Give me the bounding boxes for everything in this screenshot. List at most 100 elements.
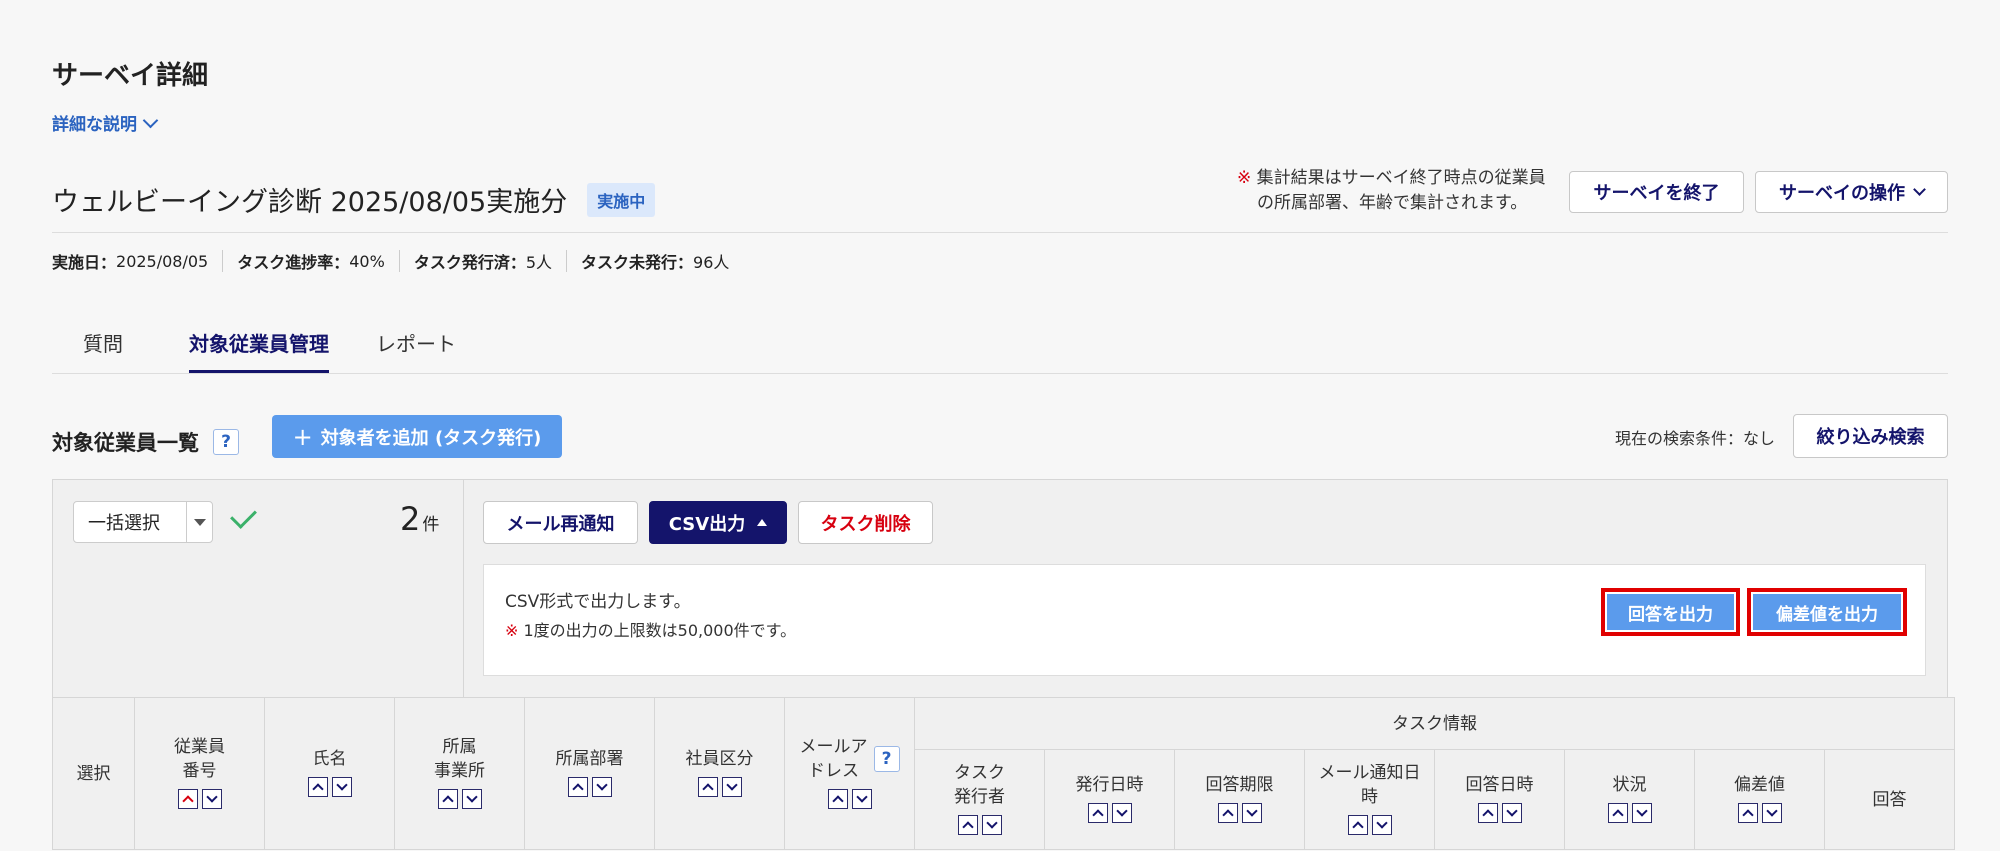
col-label: ドレス [808, 761, 859, 781]
dropdown-arrow-icon[interactable] [186, 502, 212, 542]
col-label: 発行者 [954, 787, 1005, 807]
count-unit: 件 [422, 515, 440, 535]
chevron-down-icon [142, 112, 159, 128]
col-dept: 所属部署 [524, 697, 655, 850]
help-icon[interactable]: ? [213, 429, 239, 455]
filter-search-button[interactable]: 絞り込み検索 [1793, 414, 1948, 458]
sort-asc-icon[interactable] [1737, 803, 1758, 823]
sort-desc-icon[interactable] [981, 815, 1002, 835]
sort-desc-icon[interactable] [1241, 803, 1262, 823]
tab-questions[interactable]: 質問 [83, 328, 123, 357]
sort-desc-icon[interactable] [461, 789, 482, 809]
stat-separator [222, 250, 224, 272]
employee-table: 選択 従業員 番号 氏名 所属 事業所 所属部署 社員区分 メールアドレス ? [52, 697, 1955, 850]
stat-value-progress: 40% [349, 251, 385, 271]
col-answer: 回答 [1824, 749, 1955, 850]
col-deadline: 回答期限 [1174, 749, 1305, 850]
survey-operations-label: サーベイの操作 [1779, 183, 1905, 204]
survey-stats: 実施日： 2025/08/05 タスク進捗率： 40% タスク発行済： 5人 タ… [52, 249, 729, 273]
sort-asc-icon[interactable] [177, 789, 198, 809]
note-line1: 集計結果はサーベイ終了時点の従業員 [1256, 168, 1546, 188]
col-status: 状況 [1564, 749, 1695, 850]
sort-desc-icon[interactable] [1761, 803, 1782, 823]
col-issued-at: 発行日時 [1044, 749, 1175, 850]
list-title: 対象従業員一覧 [52, 431, 199, 455]
col-task-issuer: タスク 発行者 [914, 749, 1045, 850]
col-name: 氏名 [264, 697, 395, 850]
sort-asc-icon[interactable] [697, 777, 718, 797]
resend-mail-button[interactable]: メール再通知 [483, 501, 638, 544]
sort-desc-icon[interactable] [1631, 803, 1652, 823]
add-target-label: 対象者を追加 (タスク発行) [320, 427, 542, 449]
csv-note-mark: ※ [505, 621, 519, 640]
csv-description: CSV形式で出力します。 [505, 592, 691, 612]
caret-up-icon [757, 519, 768, 526]
sort-asc-icon[interactable] [307, 777, 328, 797]
col-employee-no: 従業員 番号 [134, 697, 265, 850]
divider [52, 232, 1948, 233]
col-group-task-info: タスク情報 [914, 697, 1955, 750]
sort-asc-icon[interactable] [1477, 803, 1498, 823]
help-icon[interactable]: ? [873, 746, 900, 772]
sort-desc-icon[interactable] [331, 777, 352, 797]
csv-export-button[interactable]: CSV出力 [649, 501, 787, 544]
tab-bar: 質問 対象従業員管理 レポート [52, 322, 1948, 374]
detail-link-label: 詳細な説明 [52, 115, 137, 135]
sort-asc-icon[interactable] [957, 815, 978, 835]
csv-export-label: CSV出力 [668, 513, 746, 535]
stat-value-issued: 5人 [525, 253, 553, 272]
col-mail: メールアドレス ? [784, 697, 915, 850]
bulk-select-dropdown[interactable]: 一括選択 [73, 501, 213, 543]
col-label: 回答期限 [1205, 775, 1274, 795]
stat-label-issued: タスク発行済： [413, 253, 526, 272]
stat-separator [398, 250, 400, 272]
sort-desc-icon[interactable] [721, 777, 742, 797]
col-office: 所属 事業所 [394, 697, 525, 850]
aggregation-note: ※ 集計結果はサーベイ終了時点の従業員 の所属部署、年齢で集計されます。 [1237, 166, 1557, 216]
col-label: メールア [799, 737, 868, 757]
stat-value-date: 2025/08/05 [116, 251, 209, 271]
sort-asc-icon[interactable] [1347, 815, 1368, 835]
detail-description-toggle[interactable]: 詳細な説明 [52, 110, 159, 135]
col-label: 所属部署 [555, 749, 624, 769]
sort-desc-icon[interactable] [591, 777, 612, 797]
stat-separator [566, 250, 568, 272]
panel-divider [463, 479, 464, 698]
col-emp-type: 社員区分 [654, 697, 785, 850]
col-label: 状況 [1612, 775, 1647, 795]
end-survey-button[interactable]: サーベイを終了 [1569, 171, 1744, 213]
col-label: 所属 [442, 737, 477, 757]
export-answers-button[interactable]: 回答を出力 [1601, 588, 1740, 636]
chevron-down-icon [1913, 183, 1926, 196]
sort-asc-icon[interactable] [567, 777, 588, 797]
tab-report[interactable]: レポート [376, 328, 456, 357]
status-badge: 実施中 [587, 182, 656, 217]
delete-task-button[interactable]: タスク削除 [798, 501, 933, 544]
bulk-select-label: 一括選択 [88, 513, 160, 534]
add-target-button[interactable]: + 対象者を追加 (タスク発行) [272, 415, 562, 458]
count-value: 2 [400, 500, 421, 538]
sort-asc-icon[interactable] [1607, 803, 1628, 823]
col-label: 回答日時 [1465, 775, 1534, 795]
col-label: タスク [954, 763, 1005, 783]
sort-desc-icon[interactable] [1111, 803, 1132, 823]
sort-asc-icon[interactable] [437, 789, 458, 809]
list-title-row: 対象従業員一覧 ? [52, 427, 239, 457]
stat-value-unissued: 96人 [693, 253, 730, 272]
sort-desc-icon[interactable] [201, 789, 222, 809]
sort-asc-icon[interactable] [1087, 803, 1108, 823]
col-group-label: タスク情報 [1392, 713, 1477, 734]
sort-asc-icon[interactable] [1217, 803, 1238, 823]
col-label: 従業員 [174, 737, 225, 757]
search-condition: 現在の検索条件：なし [1615, 429, 1776, 448]
note-mark: ※ [1237, 168, 1252, 188]
sort-asc-icon[interactable] [827, 789, 848, 809]
export-deviation-button[interactable]: 偏差値を出力 [1747, 588, 1907, 636]
sort-desc-icon[interactable] [1501, 803, 1522, 823]
col-answered-at: 回答日時 [1434, 749, 1565, 850]
survey-operations-button[interactable]: サーベイの操作 [1755, 171, 1948, 213]
sort-desc-icon[interactable] [851, 789, 872, 809]
col-label: 発行日時 [1075, 775, 1144, 795]
sort-desc-icon[interactable] [1371, 815, 1392, 835]
tab-target-employees[interactable]: 対象従業員管理 [189, 328, 329, 373]
